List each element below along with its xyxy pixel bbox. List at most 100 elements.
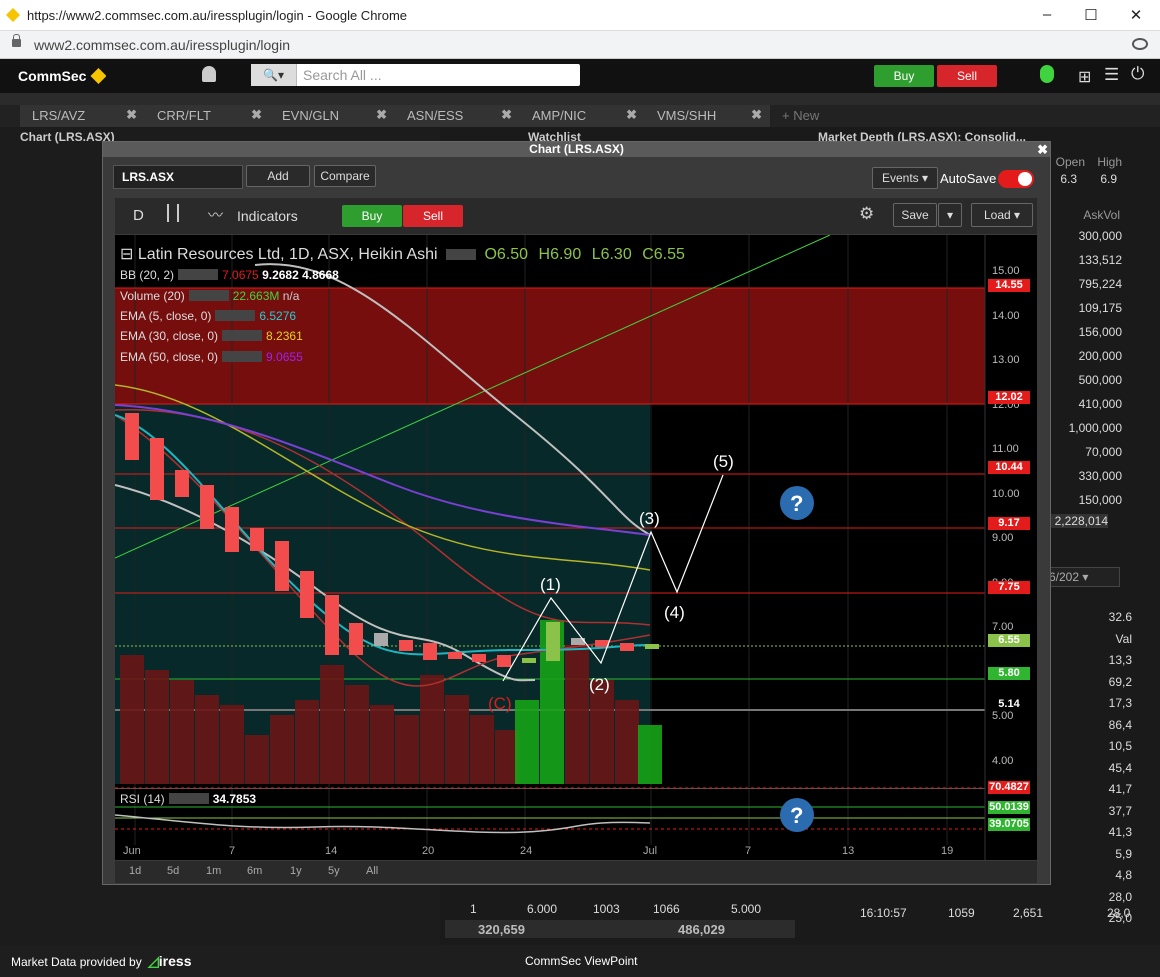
price-axis-label: 11.00 — [992, 443, 1019, 455]
minimize-icon[interactable]: – — [1037, 6, 1057, 26]
indicator-controls-icon[interactable] — [178, 269, 219, 280]
chart-sell-button[interactable]: Sell — [403, 205, 463, 227]
add-button[interactable]: Add — [246, 165, 310, 187]
tab-crr-flt[interactable]: CRR/FLT ✖ — [145, 105, 270, 127]
autosave-toggle[interactable] — [998, 170, 1034, 188]
load-button[interactable]: Load ▾ — [971, 203, 1033, 227]
indicator-volume[interactable]: Volume (20) 22.663M n/a — [120, 289, 299, 303]
close-tab-icon[interactable]: ✖ — [501, 107, 512, 123]
date-select[interactable]: 6/202 ▾ — [1040, 567, 1120, 587]
lightbulb-icon[interactable] — [1040, 65, 1054, 83]
volume-bar — [470, 715, 494, 784]
candle — [300, 571, 314, 618]
close-tab-icon[interactable]: ✖ — [626, 107, 637, 123]
chart-buy-button[interactable]: Buy — [342, 205, 402, 227]
legend-controls-icon[interactable] — [446, 249, 477, 260]
watchlist-row[interactable]: 1 6.000 1003 1066 5.000 — [445, 898, 795, 918]
tab-amp-nic[interactable]: AMP/NIC ✖ — [520, 105, 645, 127]
menu-icon[interactable]: ☰ — [1104, 65, 1119, 85]
price-chart[interactable]: (1) (2) (3) (4) (5) (C) ? ? ⊟ Latin Reso… — [115, 235, 1037, 860]
search-icon[interactable]: 🔍▾ — [251, 64, 297, 86]
close-tab-icon[interactable]: ✖ — [751, 107, 762, 123]
tab-asn-ess[interactable]: ASN/ESS ✖ — [395, 105, 520, 127]
period-button-1d[interactable]: 1d — [129, 865, 141, 877]
events-button[interactable]: Events ▾ — [872, 167, 938, 189]
watchlist-total-row: 320,659 486,029 — [445, 920, 795, 938]
period-button-All[interactable]: All — [366, 865, 378, 877]
askvol-value: 70,000 — [1085, 445, 1122, 459]
app-name: CommSec ViewPoint — [525, 954, 638, 968]
askvol-value: 1,000,000 — [1068, 421, 1122, 435]
candle — [325, 595, 339, 655]
close-tab-icon[interactable]: ✖ — [376, 107, 387, 123]
address-bar[interactable]: www2.commsec.com.au/iressplugin/login — [0, 31, 1160, 59]
close-modal-icon[interactable]: ✖ — [1037, 142, 1048, 158]
tab-evn-gln[interactable]: EVN/GLN ✖ — [270, 105, 395, 127]
compare-button[interactable]: Compare — [314, 165, 376, 187]
price-axis-label: 15.00 — [992, 265, 1020, 277]
bell-icon[interactable] — [202, 66, 216, 82]
close-tab-icon[interactable]: ✖ — [251, 107, 262, 123]
time-axis-label: Jul — [643, 845, 658, 857]
search-input[interactable]: 🔍▾ Search All ... — [251, 64, 580, 86]
period-button-5d[interactable]: 5d — [167, 865, 179, 877]
interval-button[interactable]: D — [133, 207, 144, 224]
indicator-ema-30[interactable]: EMA (30, close, 0) 8.2361 — [120, 329, 303, 343]
svg-text:?: ? — [790, 803, 803, 828]
candle — [225, 507, 239, 552]
url-text[interactable]: www2.commsec.com.au/iressplugin/login — [34, 37, 290, 53]
indicators-button[interactable]: Indicators — [237, 208, 298, 224]
tab-vms-shh[interactable]: VMS/SHH ✖ — [645, 105, 770, 127]
price-badge: 6.55 — [988, 634, 1030, 647]
indicator-controls-icon[interactable] — [168, 793, 209, 804]
period-button-1y[interactable]: 1y — [290, 865, 302, 877]
save-button[interactable]: Save — [893, 203, 937, 227]
indicator-controls-icon[interactable] — [222, 330, 263, 341]
tab-lrs-avz[interactable]: LRS/AVZ ✖ — [20, 105, 145, 127]
header-buy-button[interactable]: Buy — [874, 65, 934, 87]
indicators-icon[interactable]: 〰 — [208, 204, 223, 225]
trade-value: Val — [1115, 631, 1132, 646]
symbol-input[interactable]: LRS.ASX — [113, 165, 243, 189]
period-button-5y[interactable]: 5y — [328, 865, 340, 877]
price-badge: 5.14 — [988, 698, 1030, 711]
candle-style-icon[interactable] — [167, 204, 179, 222]
legend-toggle-icon[interactable]: ⊟ — [120, 246, 133, 263]
candle — [349, 623, 363, 655]
time-axis-label: 7 — [229, 845, 236, 857]
candle — [620, 643, 634, 651]
trade-value: 10,5 — [1108, 739, 1132, 753]
indicator-controls-icon[interactable] — [215, 310, 256, 321]
power-icon[interactable]: ⏻ — [1131, 64, 1144, 84]
indicator-ema-50[interactable]: EMA (50, close, 0) 9.0655 — [120, 350, 303, 364]
resistance-zone — [115, 288, 985, 404]
commsec-diamond-icon — [90, 68, 107, 84]
price-axis-label: 10.00 — [992, 487, 1020, 500]
indicator-controls-icon[interactable] — [222, 351, 263, 362]
new-tab-button[interactable]: + New — [770, 105, 840, 127]
volume-bar — [590, 680, 614, 784]
wave-4-label: (4) — [664, 603, 685, 622]
price-badge: 9.17 — [988, 517, 1030, 530]
rsi-legend[interactable]: RSI (14) 34.7853 — [120, 792, 256, 806]
trade-value: 45,4 — [1108, 760, 1132, 775]
close-tab-icon[interactable]: ✖ — [126, 107, 137, 123]
maximize-icon[interactable]: ☐ — [1081, 6, 1101, 26]
header-sell-button[interactable]: Sell — [937, 65, 997, 87]
save-dropdown-icon[interactable]: ▾ — [938, 203, 962, 227]
indicator-bb[interactable]: BB (20, 2) 7.0675 9.2682 4.8668 — [120, 268, 339, 282]
candle — [645, 644, 659, 649]
indicator-ema-5[interactable]: EMA (5, close, 0) 6.5276 — [120, 309, 296, 323]
close-window-icon[interactable]: ✕ — [1126, 6, 1146, 26]
trade-value: 5,9 — [1115, 846, 1132, 861]
indicator-controls-icon[interactable] — [188, 290, 229, 301]
settings-gear-icon[interactable]: ⚙ — [859, 204, 874, 224]
add-icon[interactable]: ⊞ — [1078, 67, 1091, 87]
candle — [423, 643, 437, 660]
high-value: 6.9 — [1100, 172, 1117, 186]
period-button-6m[interactable]: 6m — [247, 865, 262, 877]
open-header: Open — [1055, 155, 1085, 169]
eye-icon[interactable] — [1132, 38, 1148, 50]
autosave-label: AutoSave — [940, 171, 997, 186]
period-button-1m[interactable]: 1m — [206, 865, 221, 877]
